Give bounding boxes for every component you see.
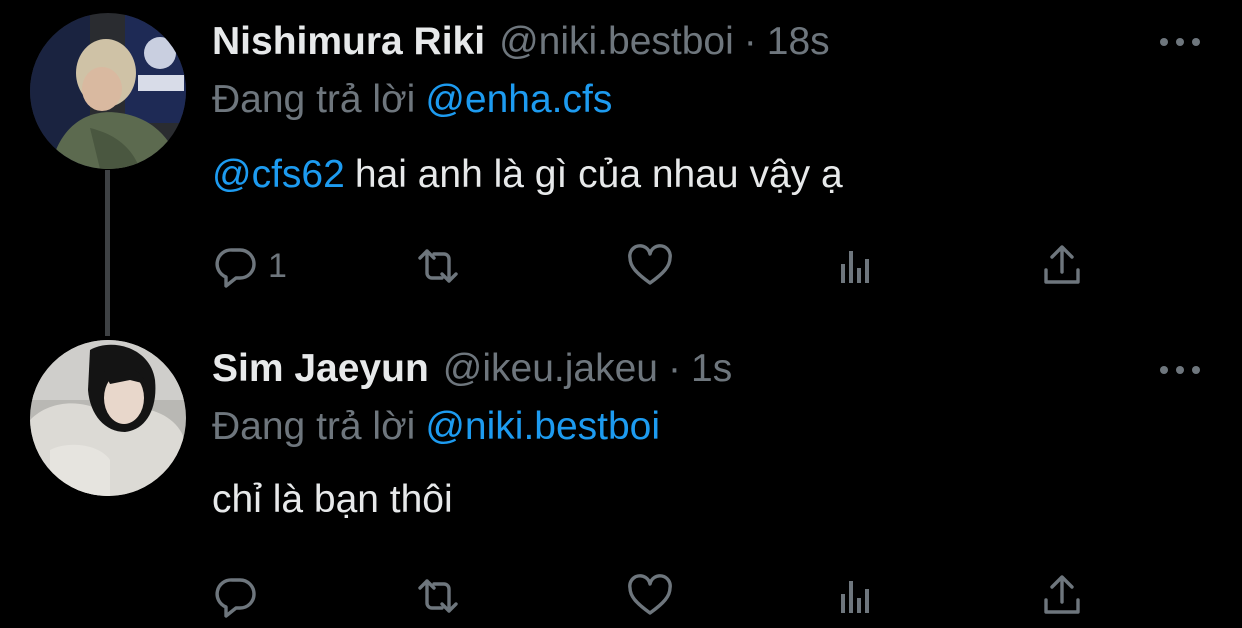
avatar-photo [30,13,186,169]
retweet-icon [418,579,458,613]
retweet-button[interactable] [414,242,462,290]
action-bar [212,572,1092,620]
retweet-icon [418,249,458,283]
separator: · [743,20,757,63]
tweet-text: @cfs62 hai anh là gì của nhau vậy ạ [212,153,843,197]
avatar[interactable] [30,340,186,496]
body-content: chỉ là bạn thôi [212,478,453,521]
share-button[interactable] [1038,242,1086,290]
thread-line [105,170,110,336]
author-name[interactable]: Sim Jaeyun [212,347,429,391]
share-icon [1044,245,1080,284]
avatar[interactable] [30,13,186,169]
tweet[interactable]: Nishimura Riki @niki.bestboi · 18s Đang … [0,0,1242,336]
heart-icon [628,574,672,615]
reply-icon [215,578,256,618]
body-content: hai anh là gì của nhau vậy ạ [354,153,843,196]
tweet-text: chỉ là bạn thôi [212,478,453,522]
timestamp[interactable]: 18s [767,20,830,64]
reply-count: 1 [268,246,287,285]
tweet[interactable]: Sim Jaeyun @ikeu.jakeu · 1s Đang trả lời… [0,330,1242,628]
replying-to-label: Đang trả lời [212,78,416,121]
retweet-button[interactable] [414,572,462,620]
more-icon[interactable] [1160,34,1200,50]
body-mention[interactable]: @cfs62 [212,153,345,196]
tweet-header: Sim Jaeyun @ikeu.jakeu · 1s [212,347,732,397]
replying-to-mention[interactable]: @enha.cfs [425,78,612,121]
tweet-header: Nishimura Riki @niki.bestboi · 18s [212,20,830,70]
replying-to: Đang trả lời @enha.cfs [212,78,612,122]
reply-button[interactable]: 1 [212,242,287,290]
like-button[interactable] [626,242,674,290]
avatar-photo [30,340,186,496]
replying-to-label: Đang trả lời [212,405,416,448]
action-bar: 1 [212,242,1092,290]
heart-icon [628,244,672,285]
replying-to-mention[interactable]: @niki.bestboi [425,405,660,448]
more-icon[interactable] [1160,362,1200,378]
share-button[interactable] [1038,572,1086,620]
like-button[interactable] [626,572,674,620]
analytics-icon [841,581,869,613]
analytics-button[interactable] [832,242,880,290]
separator: · [668,347,681,390]
analytics-button[interactable] [832,572,880,620]
share-icon [1044,575,1080,614]
author-handle[interactable]: @niki.bestboi [499,20,734,64]
timestamp[interactable]: 1s [691,347,732,391]
reply-button[interactable] [212,572,260,620]
author-name[interactable]: Nishimura Riki [212,20,485,64]
analytics-icon [841,251,869,283]
reply-icon [215,248,256,288]
replying-to: Đang trả lời @niki.bestboi [212,405,660,449]
author-handle[interactable]: @ikeu.jakeu [443,347,658,391]
